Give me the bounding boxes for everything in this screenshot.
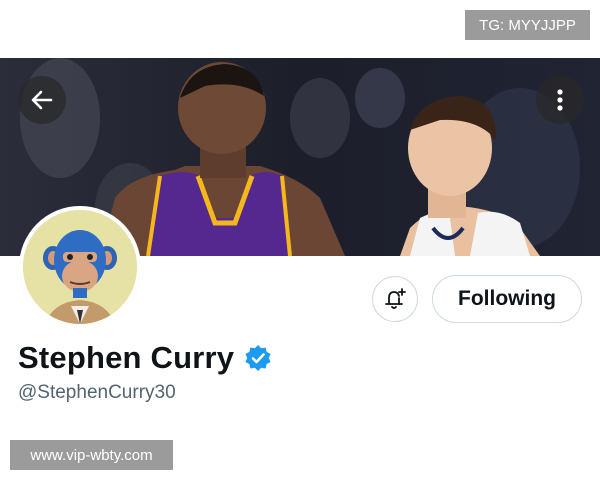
bored-ape-avatar-icon <box>23 210 137 324</box>
avatar-image <box>23 210 137 324</box>
watermark-top: TG: MYYJJPP <box>465 10 590 40</box>
more-options-button[interactable] <box>536 76 584 124</box>
avatar[interactable] <box>19 206 141 328</box>
more-vertical-icon <box>557 89 563 111</box>
arrow-left-icon <box>31 90 53 110</box>
bell-plus-icon <box>385 288 406 309</box>
profile-name-row: Stephen Curry <box>18 336 272 380</box>
verified-badge[interactable] <box>244 344 272 372</box>
notifications-button[interactable] <box>372 276 418 322</box>
following-button[interactable]: Following <box>432 275 582 323</box>
back-button[interactable] <box>18 76 66 124</box>
watermark-bottom: www.vip-wbty.com <box>10 440 173 470</box>
verified-check-icon <box>245 345 271 371</box>
display-name: Stephen Curry <box>18 340 235 375</box>
user-handle: @StephenCurry30 <box>18 382 176 403</box>
